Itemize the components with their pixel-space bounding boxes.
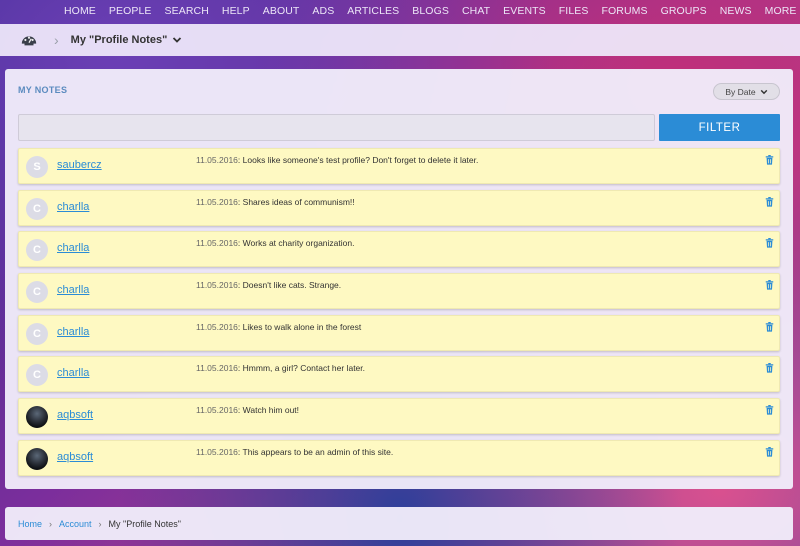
sort-label: By Date: [725, 86, 756, 97]
breadcrumb: Home › Account › My "Profile Notes": [5, 507, 793, 540]
note-date: 11.05.2016: [196, 363, 238, 374]
note-text: 11.05.2016: Likes to walk alone in the f…: [196, 322, 361, 332]
note-username-link[interactable]: charlla: [57, 242, 89, 254]
note-text: 11.05.2016: Watch him out!: [196, 405, 299, 415]
nav-more[interactable]: MORE: [765, 5, 797, 17]
trash-icon[interactable]: [765, 363, 774, 374]
note-username-link[interactable]: aqbsoft: [57, 451, 93, 463]
note-body: Shares ideas of communism!!: [242, 196, 355, 207]
note-body: Works at charity organization.: [242, 238, 355, 249]
note-text: 11.05.2016: Hmmm, a girl? Contact her la…: [196, 363, 365, 373]
note-item: Ccharlla 11.05.2016: Shares ideas of comm…: [18, 189, 780, 226]
notes-panel: MY NOTES By Date FILTER Ssaubercz 11.05.2…: [5, 69, 793, 489]
avatar[interactable]: S: [26, 156, 48, 178]
note-date: 11.05.2016: [196, 238, 238, 249]
note-username-link[interactable]: charlla: [57, 367, 89, 379]
note-item: Ccharlla 11.05.2016: Works at charity org…: [18, 231, 780, 268]
filter-row: FILTER: [18, 114, 780, 141]
note-username-link[interactable]: charlla: [57, 326, 89, 338]
nav-help[interactable]: HELP: [222, 5, 250, 17]
trash-icon[interactable]: [765, 155, 774, 165]
nav-search[interactable]: SEARCH: [165, 5, 209, 17]
nav-articles[interactable]: ARTICLES: [347, 5, 399, 17]
note-item: aqbsoft 11.05.2016: This appears to be an…: [18, 439, 780, 476]
trash-icon[interactable]: [765, 405, 774, 415]
avatar[interactable]: C: [26, 281, 48, 304]
trash-icon[interactable]: [765, 446, 774, 457]
note-body: Watch him out!: [242, 405, 300, 416]
avatar[interactable]: C: [26, 364, 48, 387]
note-username-link[interactable]: charlla: [57, 201, 89, 213]
note-body: This appears to be an admin of this site…: [242, 446, 394, 457]
nav-groups[interactable]: GROUPS: [661, 5, 707, 17]
trash-icon[interactable]: [765, 238, 774, 248]
note-body: Likes to walk alone in the forest: [242, 321, 362, 332]
nav-chat[interactable]: CHAT: [462, 5, 490, 17]
note-date: 11.05.2016: [196, 405, 238, 416]
breadcrumb-separator: ›: [98, 518, 102, 529]
header-bar: › My "Profile Notes": [0, 24, 800, 56]
note-text: 11.05.2016: Looks like someone's test pr…: [196, 155, 478, 165]
note-body: Looks like someone's test profile? Don't…: [242, 155, 479, 165]
filter-input[interactable]: [18, 114, 655, 141]
header-separator: ›: [54, 32, 59, 48]
note-date: 11.05.2016: [196, 280, 238, 291]
avatar[interactable]: [26, 406, 48, 429]
avatar[interactable]: C: [26, 322, 48, 345]
nav-events[interactable]: EVENTS: [503, 5, 546, 17]
nav-files[interactable]: FILES: [559, 5, 589, 17]
breadcrumb-current: My "Profile Notes": [108, 518, 181, 529]
note-text: 11.05.2016: Shares ideas of communism!!: [196, 197, 355, 207]
note-text: 11.05.2016: Works at charity organizatio…: [196, 238, 354, 248]
nav-forums[interactable]: FORUMS: [601, 5, 647, 17]
panel-title: MY NOTES: [18, 85, 68, 95]
nav-ads[interactable]: ADS: [312, 5, 334, 17]
note-date: 11.05.2016: [196, 155, 238, 165]
breadcrumb-home[interactable]: Home: [18, 519, 42, 529]
nav-home[interactable]: HOME: [64, 5, 96, 17]
filter-button[interactable]: FILTER: [659, 114, 780, 141]
nav-about[interactable]: ABOUT: [263, 5, 300, 17]
breadcrumb-account[interactable]: Account: [59, 519, 92, 529]
nav-blogs[interactable]: BLOGS: [412, 5, 449, 17]
note-item: aqbsoft 11.05.2016: Watch him out!: [18, 398, 780, 435]
note-date: 11.05.2016: [196, 196, 238, 207]
note-date: 11.05.2016: [196, 446, 238, 457]
chevron-down-icon[interactable]: [172, 35, 182, 45]
note-username-link[interactable]: aqbsoft: [57, 409, 93, 421]
note-text: 11.05.2016: Doesn't like cats. Strange.: [196, 280, 341, 290]
note-item: Ccharlla 11.05.2016: Doesn't like cats. S…: [18, 273, 780, 310]
note-username-link[interactable]: saubercz: [57, 159, 102, 171]
sort-dropdown[interactable]: By Date: [713, 83, 780, 100]
notes-list: Ssaubercz 11.05.2016: Looks like someone'…: [18, 148, 780, 482]
avatar[interactable]: [26, 447, 48, 470]
trash-icon[interactable]: [765, 196, 774, 207]
trash-icon[interactable]: [765, 280, 774, 290]
avatar[interactable]: C: [26, 239, 48, 262]
nav-news[interactable]: NEWS: [720, 5, 752, 17]
chevron-down-icon: [760, 89, 767, 94]
note-date: 11.05.2016: [196, 321, 238, 332]
nav-people[interactable]: PEOPLE: [109, 5, 152, 17]
note-text: 11.05.2016: This appears to be an admin …: [196, 447, 393, 457]
trash-icon[interactable]: [765, 321, 774, 332]
note-username-link[interactable]: charlla: [57, 284, 89, 296]
note-item: Ccharlla 11.05.2016: Likes to walk alone …: [18, 314, 780, 351]
dashboard-icon[interactable]: [20, 31, 38, 49]
breadcrumb-separator: ›: [49, 518, 53, 529]
note-item: Ccharlla 11.05.2016: Hmmm, a girl? Contac…: [18, 356, 780, 393]
avatar[interactable]: C: [26, 197, 48, 220]
page-title[interactable]: My "Profile Notes": [71, 34, 168, 46]
note-body: Hmmm, a girl? Contact her later.: [242, 363, 366, 374]
top-navigation: HOME PEOPLE SEARCH HELP ABOUT ADS ARTICLES BLOG…: [0, 0, 800, 22]
note-item: Ssaubercz 11.05.2016: Looks like someone'…: [18, 148, 780, 184]
note-body: Doesn't like cats. Strange.: [242, 280, 342, 291]
